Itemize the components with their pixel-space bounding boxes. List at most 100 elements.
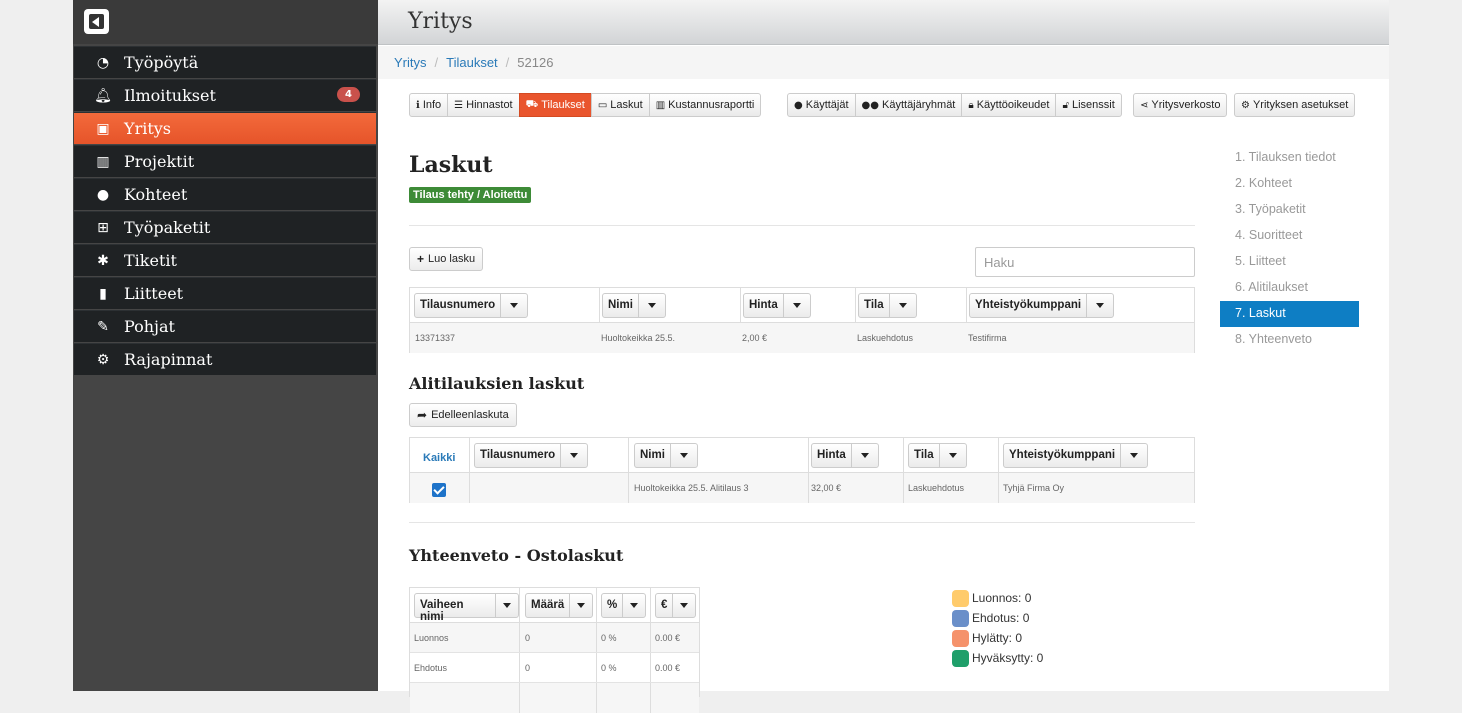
summary-table: Vaiheen nimi Määrä % € Luonnos 0 0 % 0.0… xyxy=(409,587,700,713)
divider xyxy=(409,522,1195,523)
sidebar-item-label: Työpöytä xyxy=(124,53,199,72)
caret-down-icon xyxy=(852,444,878,467)
step-link-7[interactable]: 7. Laskut xyxy=(1220,301,1359,327)
caret-down-icon xyxy=(671,444,697,467)
share-arrow-icon: ➦ xyxy=(417,408,428,422)
legend-swatch xyxy=(952,589,969,607)
sidebar-item-label: Ilmoitukset xyxy=(124,86,216,105)
row-checkbox[interactable] xyxy=(432,483,446,497)
column-filter-maara[interactable]: Määrä xyxy=(525,593,594,618)
sidebar-item-rajapinnat[interactable]: ⚙ Rajapinnat xyxy=(74,343,376,375)
sidebar-item-tyopaketit[interactable]: ⊞ Työpaketit xyxy=(74,211,376,243)
sidebar-item-label: Yritys xyxy=(124,119,172,138)
table-row[interactable]: Huoltokeikka 25.5. Alitilaus 3 32,00 € L… xyxy=(410,473,1194,503)
table-row[interactable]: 13371337 Huoltokeikka 25.5. 2,00 € Lasku… xyxy=(410,323,1194,353)
table-header: Kaikki Tilausnumero Nimi Hinta Tila Yhte… xyxy=(410,438,1194,473)
tab-tilaukset[interactable]: ⛟ Tilaukset xyxy=(518,93,592,117)
column-filter-tilausnumero[interactable]: Tilausnumero xyxy=(414,293,529,318)
column-filter-tilausnumero[interactable]: Tilausnumero xyxy=(474,443,589,468)
tab-laskut[interactable]: ▭ Laskut xyxy=(590,93,650,117)
invoices-table: Tilausnumero Nimi Hinta Tila Yhteistyöku… xyxy=(409,287,1195,353)
caret-down-icon xyxy=(561,444,587,467)
tab-kustannusraportti[interactable]: ▥ Kustannusraportti xyxy=(648,93,762,117)
legend-item: Luonnos: 0 xyxy=(952,588,1043,608)
legend-swatch xyxy=(952,609,969,627)
column-filter-tila[interactable]: Tila xyxy=(908,443,967,468)
column-filter-vaiheen-nimi[interactable]: Vaiheen nimi xyxy=(414,593,519,623)
tab-yrityksen-asetukset[interactable]: ⚙ Yrityksen asetukset xyxy=(1234,93,1356,117)
caret-down-icon xyxy=(570,594,592,617)
sidebar-item-label: Työpaketit xyxy=(124,218,211,237)
tab-info[interactable]: ℹ Info xyxy=(409,93,449,117)
sidebar-menu: ◔ Työpöytä 🔔︎ Ilmoitukset 4 ▣ Yritys ▥ P… xyxy=(74,46,376,376)
sidebar-item-label: Liitteet xyxy=(124,284,184,303)
section-title-laskut: Laskut xyxy=(409,152,493,178)
sidebar-item-pohjat[interactable]: ✎ Pohjat xyxy=(74,310,376,342)
column-filter-euro[interactable]: € xyxy=(655,593,697,618)
tab-kayttajaryhmat[interactable]: ●● Käyttäjäryhmät xyxy=(854,93,963,117)
breadcrumb-link-tilaukset[interactable]: Tilaukset xyxy=(446,55,498,70)
table-header: Tilausnumero Nimi Hinta Tila Yhteistyöku… xyxy=(410,288,1194,323)
sidebar-item-yritys[interactable]: ▣ Yritys xyxy=(74,112,376,144)
legend-swatch xyxy=(952,649,969,667)
caret-down-icon xyxy=(496,594,518,617)
caret-down-icon xyxy=(1087,294,1113,317)
tab-hinnastot[interactable]: ☰ Hinnastot xyxy=(447,93,520,117)
breadcrumb-link-yritys[interactable]: Yritys xyxy=(394,55,427,70)
step-link-1[interactable]: 1. Tilauksen tiedot xyxy=(1220,145,1359,171)
sidebar-item-tyopoyta[interactable]: ◔ Työpöytä xyxy=(74,46,376,78)
caret-down-icon xyxy=(940,444,966,467)
sitemap-icon: ⊞ xyxy=(97,219,109,236)
sidebar-item-tiketit[interactable]: ✱ Tiketit xyxy=(74,244,376,276)
toolbar-group-settings: ⚙ Yrityksen asetukset xyxy=(1234,93,1356,117)
column-filter-percent[interactable]: % xyxy=(601,593,647,618)
unlock-icon: 🔓︎ xyxy=(1062,99,1069,111)
column-filter-nimi[interactable]: Nimi xyxy=(634,443,698,468)
summary-legend: Luonnos: 0 Ehdotus: 0 Hylätty: 0 Hyväksy… xyxy=(952,588,1043,668)
tab-kayttajat[interactable]: ● Käyttäjät xyxy=(787,93,856,117)
sidebar-item-projektit[interactable]: ▥ Projektit xyxy=(74,145,376,177)
step-link-8[interactable]: 8. Yhteenveto xyxy=(1220,327,1359,353)
bar-chart-icon: ▥ xyxy=(96,153,110,170)
caret-down-icon xyxy=(890,294,916,317)
tab-lisenssit[interactable]: 🔓︎ Lisenssit xyxy=(1055,93,1122,117)
column-filter-hinta[interactable]: Hinta xyxy=(811,443,879,468)
table-row xyxy=(410,683,699,713)
sidebar-item-label: Projektit xyxy=(124,152,195,171)
status-badge: Tilaus tehty / Aloitettu xyxy=(409,187,532,203)
column-filter-hinta[interactable]: Hinta xyxy=(743,293,811,318)
select-all-link[interactable]: Kaikki xyxy=(423,452,455,464)
sidebar-item-kohteet[interactable]: ● Kohteet xyxy=(74,178,376,210)
step-link-4[interactable]: 4. Suoritteet xyxy=(1220,223,1359,249)
tab-kayttooikeudet[interactable]: 🔒︎ Käyttöoikeudet xyxy=(961,93,1057,117)
subinvoices-table: Kaikki Tilausnumero Nimi Hinta Tila Yhte… xyxy=(409,437,1195,503)
step-link-3[interactable]: 3. Työpaketit xyxy=(1220,197,1359,223)
search-input[interactable] xyxy=(975,247,1195,277)
caret-down-icon xyxy=(639,294,665,317)
column-filter-nimi[interactable]: Nimi xyxy=(602,293,666,318)
legend-item: Ehdotus: 0 xyxy=(952,608,1043,628)
table-row: Ehdotus 0 0 % 0.00 € xyxy=(410,653,699,683)
column-filter-yhteistyokumppani[interactable]: Yhteistyökumppani xyxy=(1003,443,1149,468)
breadcrumb-current: 52126 xyxy=(517,55,554,70)
section-title-subinvoices: Alitilauksien laskut xyxy=(409,374,585,393)
step-navigation: 1. Tilauksen tiedot 2. Kohteet 3. Työpak… xyxy=(1220,145,1359,353)
collapse-sidebar-icon[interactable] xyxy=(84,9,109,34)
step-link-6[interactable]: 6. Alitilaukset xyxy=(1220,275,1359,301)
create-invoice-button[interactable]: + Luo lasku xyxy=(409,247,484,271)
cart-icon: ⛟ xyxy=(525,98,539,110)
sidebar-item-ilmoitukset[interactable]: 🔔︎ Ilmoitukset 4 xyxy=(74,79,376,111)
sidebar-item-liitteet[interactable]: ▮ Liitteet xyxy=(74,277,376,309)
column-filter-yhteistyokumppani[interactable]: Yhteistyökumppani xyxy=(969,293,1115,318)
step-link-5[interactable]: 5. Liitteet xyxy=(1220,249,1359,275)
info-icon: ℹ xyxy=(416,99,420,111)
table-row: Luonnos 0 0 % 0.00 € xyxy=(410,623,699,653)
caret-down-icon xyxy=(501,294,527,317)
tab-yritysverkosto[interactable]: ⋖ Yritysverkosto xyxy=(1133,93,1228,117)
user-icon: ● xyxy=(794,99,803,111)
column-filter-tila[interactable]: Tila xyxy=(858,293,917,318)
sidebar-item-label: Kohteet xyxy=(124,185,188,204)
toolbar-group-network: ⋖ Yritysverkosto xyxy=(1133,93,1228,117)
step-link-2[interactable]: 2. Kohteet xyxy=(1220,171,1359,197)
forward-invoice-button[interactable]: ➦ Edelleenlaskuta xyxy=(409,403,517,427)
